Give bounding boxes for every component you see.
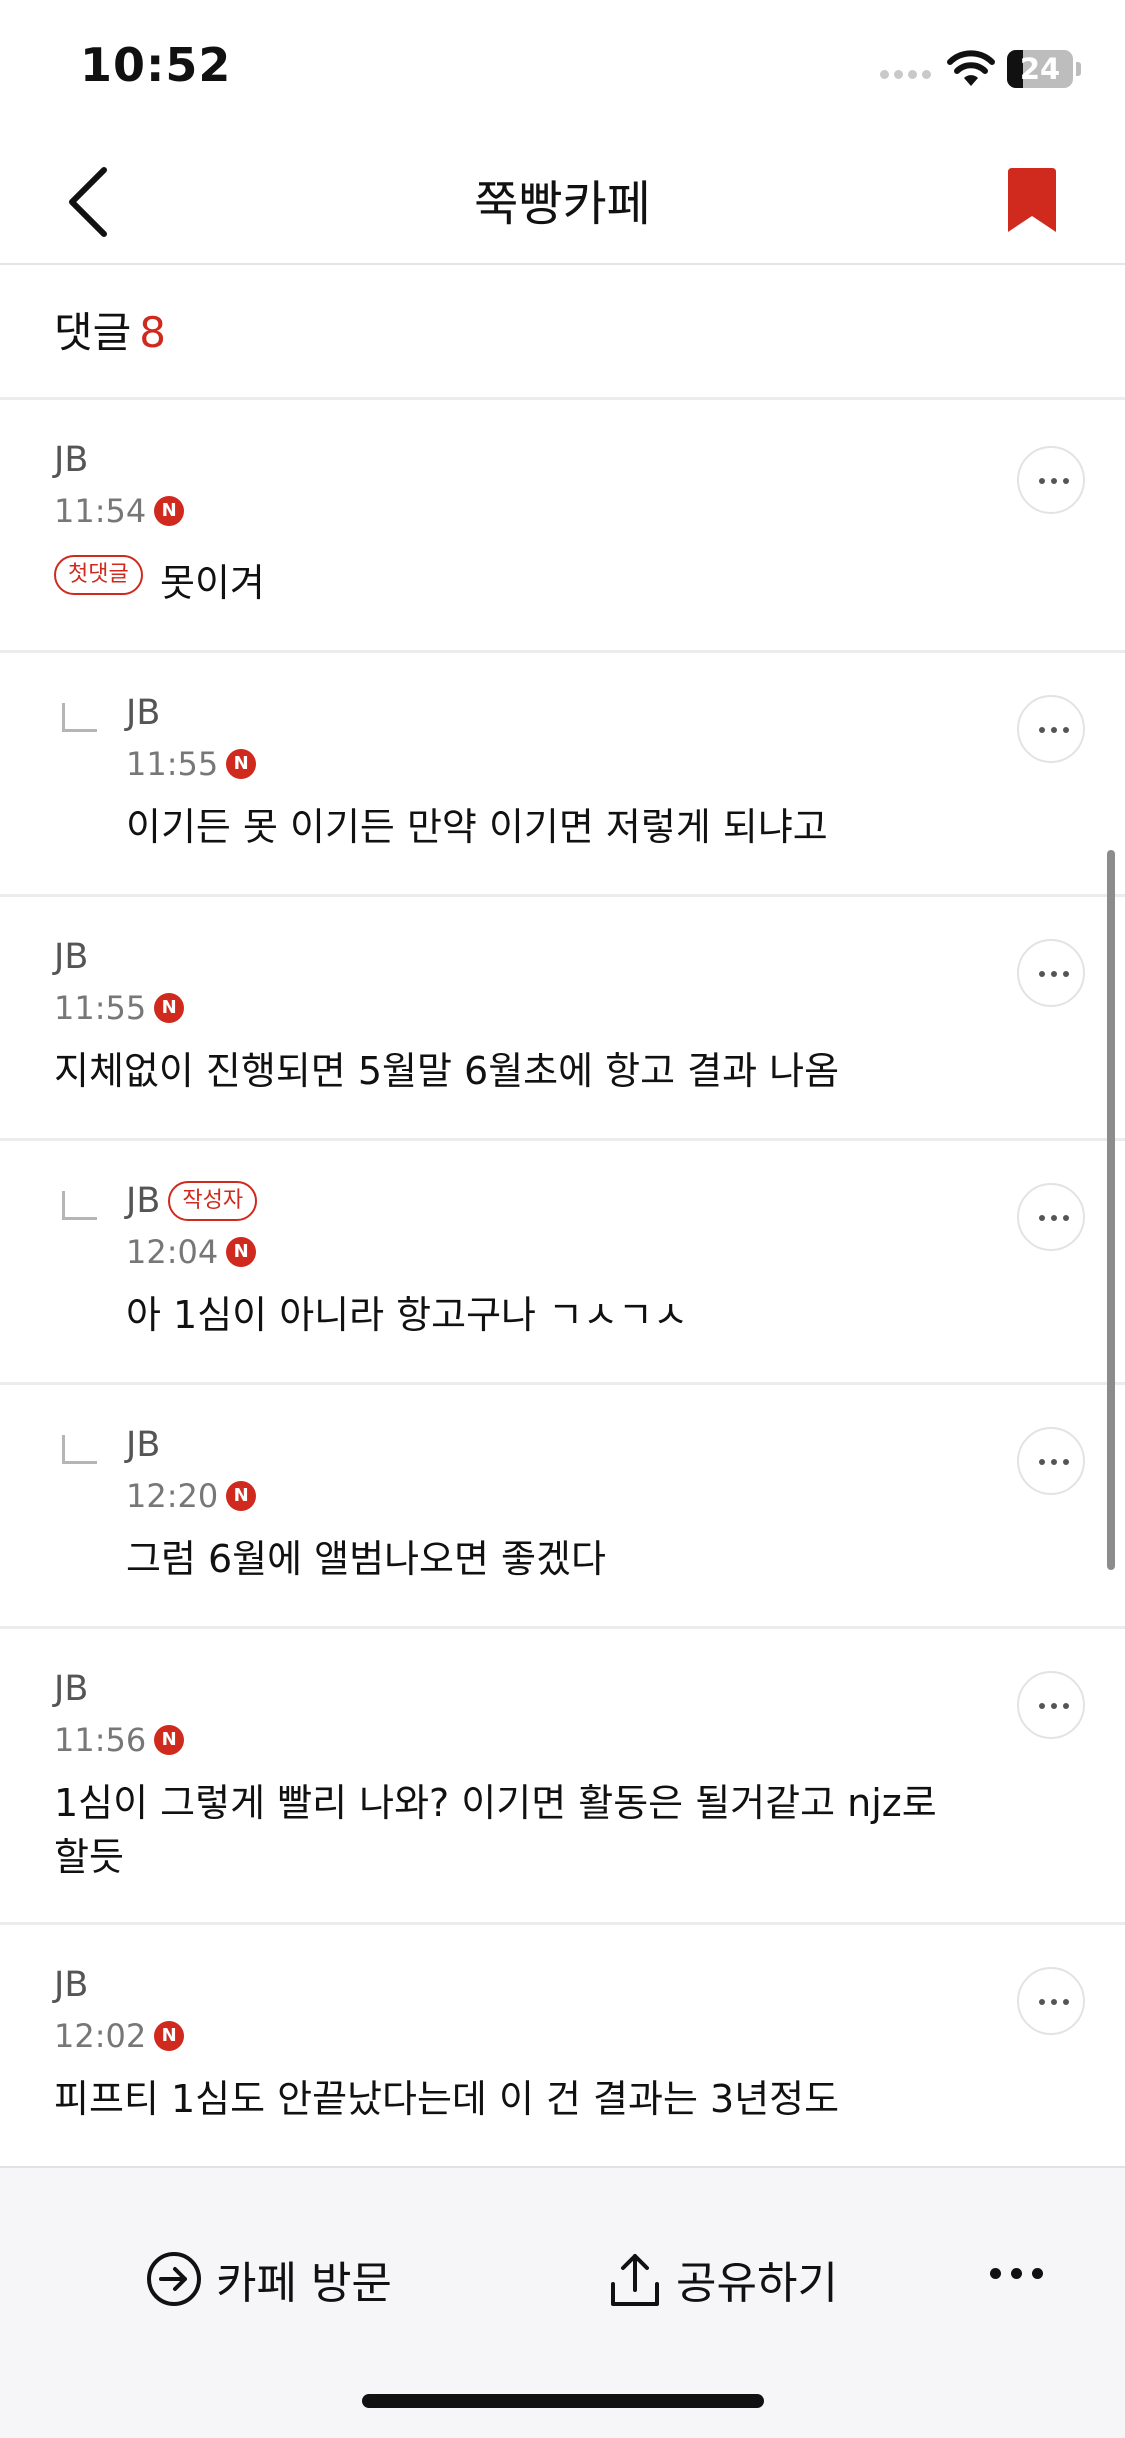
comment-text: 지체없이 진행되면 5월말 6월초에 항고 결과 나옴 (54, 1049, 840, 1093)
comment-time: 12:04 (126, 1233, 219, 1271)
new-badge-icon: N (154, 496, 185, 526)
comment-text: 피프티 1심도 안끝났다는데 이 건 결과는 3년정도 (54, 2077, 840, 2121)
battery-tip (1076, 62, 1081, 76)
comment-more-button[interactable] (1017, 1967, 1085, 2035)
reply-corner-icon (62, 1435, 97, 1464)
battery-percent: 24 (1019, 52, 1061, 86)
bookmark-icon[interactable] (1002, 166, 1062, 236)
comment-time-row: 12:04 N (126, 1233, 257, 1271)
home-indicator[interactable] (362, 2394, 764, 2408)
reply-corner-icon (62, 703, 97, 732)
ellipsis-icon (1039, 1703, 1069, 1709)
comment-item: JB 11:55 N 지체없이 진행되면 5월말 6월초에 항고 결과 나옴 (0, 897, 1125, 1141)
share-label: 공유하기 (676, 2258, 838, 2309)
comment-author[interactable]: JB (126, 1425, 160, 1465)
ellipsis-icon (1039, 727, 1069, 733)
comment-more-button[interactable] (1017, 1427, 1085, 1495)
visit-cafe-label: 카페 방문 (216, 2258, 392, 2309)
comments-count-label: 댓글 8 (54, 299, 166, 360)
status-time: 10:52 (80, 38, 232, 92)
comment-author[interactable]: JB (54, 1669, 88, 1709)
share-upload-icon (611, 2254, 659, 2306)
scrollbar[interactable] (1107, 850, 1115, 1570)
comment-more-button[interactable] (1017, 695, 1085, 763)
comment-text: 이기든 못 이기든 만약 이기면 저렇게 되냐고 (126, 805, 828, 849)
comment-text-line: 1심이 그렇게 빨리 나와? 이기면 활동은 될거같고 njz로 (54, 1781, 937, 1825)
author-tag: 작성자 (168, 1181, 258, 1221)
share-button[interactable]: 공유하기 (608, 2244, 838, 2314)
comments-count: 8 (139, 308, 167, 357)
comment-reply-item: JB 작성자 12:04 N 아 1심이 아니라 항고구나 ㄱㅅㄱㅅ (0, 1141, 1125, 1385)
comment-author[interactable]: JB (54, 440, 88, 480)
comment-more-button[interactable] (1017, 939, 1085, 1007)
toolbar-more-button[interactable] (990, 2264, 1044, 2284)
comment-time: 11:55 (54, 989, 147, 1027)
ellipsis-icon (1039, 1999, 1069, 2005)
comment-text-line: 할듯 (54, 1835, 124, 1879)
comment-time-row: 12:02 N (54, 2017, 185, 2055)
comment-text: 아 1심이 아니라 항고구나 ㄱㅅㄱㅅ (126, 1293, 688, 1337)
new-badge-icon: N (154, 2021, 185, 2051)
comment-time: 11:55 (126, 745, 219, 783)
ellipsis-icon (1039, 478, 1069, 484)
comment-item: JB 11:54 N 첫댓글 못이겨 (0, 400, 1125, 653)
new-badge-icon: N (226, 749, 257, 779)
wifi-icon (947, 50, 995, 86)
arrow-circle-right-icon (147, 2252, 201, 2306)
comment-item: JB 12:02 N 피프티 1심도 안끝났다는데 이 건 결과는 3년정도 (0, 1925, 1125, 2169)
new-badge-icon: N (226, 1481, 257, 1511)
comment-time: 11:56 (54, 1721, 147, 1759)
comment-time: 11:54 (54, 492, 147, 530)
ellipsis-icon (1039, 1459, 1069, 1465)
comment-more-button[interactable] (1017, 446, 1085, 514)
comment-author[interactable]: JB (54, 937, 88, 977)
battery-icon: 24 (1007, 50, 1073, 88)
comment-author-row: JB 작성자 (126, 1181, 258, 1221)
comment-item: JB 11:56 N 1심이 그렇게 빨리 나와? 이기면 활동은 될거같고 n… (0, 1629, 1125, 1925)
top-nav-bar: 쭉빵카페 (0, 132, 1125, 265)
status-bar: 10:52 24 (0, 0, 1125, 132)
comment-more-button[interactable] (1017, 1183, 1085, 1251)
comment-time: 12:20 (126, 1477, 219, 1515)
comment-time-row: 11:55 N (54, 989, 185, 1027)
reply-corner-icon (62, 1191, 97, 1220)
comment-time: 12:02 (54, 2017, 147, 2055)
ellipsis-icon (1039, 971, 1069, 977)
comment-time-row: 11:56 N (54, 1721, 185, 1759)
ellipsis-icon (1039, 1215, 1069, 1221)
first-comment-tag: 첫댓글 (54, 555, 143, 595)
comment-time-row: 12:20 N (126, 1477, 257, 1515)
page-title: 쭉빵카페 (474, 176, 651, 232)
comment-author[interactable]: JB (126, 1181, 160, 1221)
new-badge-icon: N (154, 1725, 185, 1755)
comment-text: 1심이 그렇게 빨리 나와? 이기면 활동은 될거같고 njz로 할듯 (54, 1776, 937, 1884)
comment-more-button[interactable] (1017, 1671, 1085, 1739)
comments-header: 댓글 8 (0, 265, 1125, 400)
comment-time-row: 11:55 N (126, 745, 257, 783)
new-badge-icon: N (154, 993, 185, 1023)
comment-author[interactable]: JB (54, 1965, 88, 2005)
comment-author[interactable]: JB (126, 693, 160, 733)
comments-label: 댓글 (54, 308, 132, 357)
comment-reply-item: JB 12:20 N 그럼 6월에 앨범나오면 좋겠다 (0, 1385, 1125, 1629)
comment-text: 그럼 6월에 앨범나오면 좋겠다 (126, 1537, 606, 1581)
visit-cafe-button[interactable]: 카페 방문 (146, 2244, 392, 2314)
new-badge-icon: N (226, 1237, 257, 1267)
comment-reply-item: JB 11:55 N 이기든 못 이기든 만약 이기면 저렇게 되냐고 (0, 653, 1125, 897)
comment-time-row: 11:54 N (54, 492, 185, 530)
cellular-signal-icon (880, 70, 932, 80)
comment-text: 못이겨 (160, 561, 265, 605)
